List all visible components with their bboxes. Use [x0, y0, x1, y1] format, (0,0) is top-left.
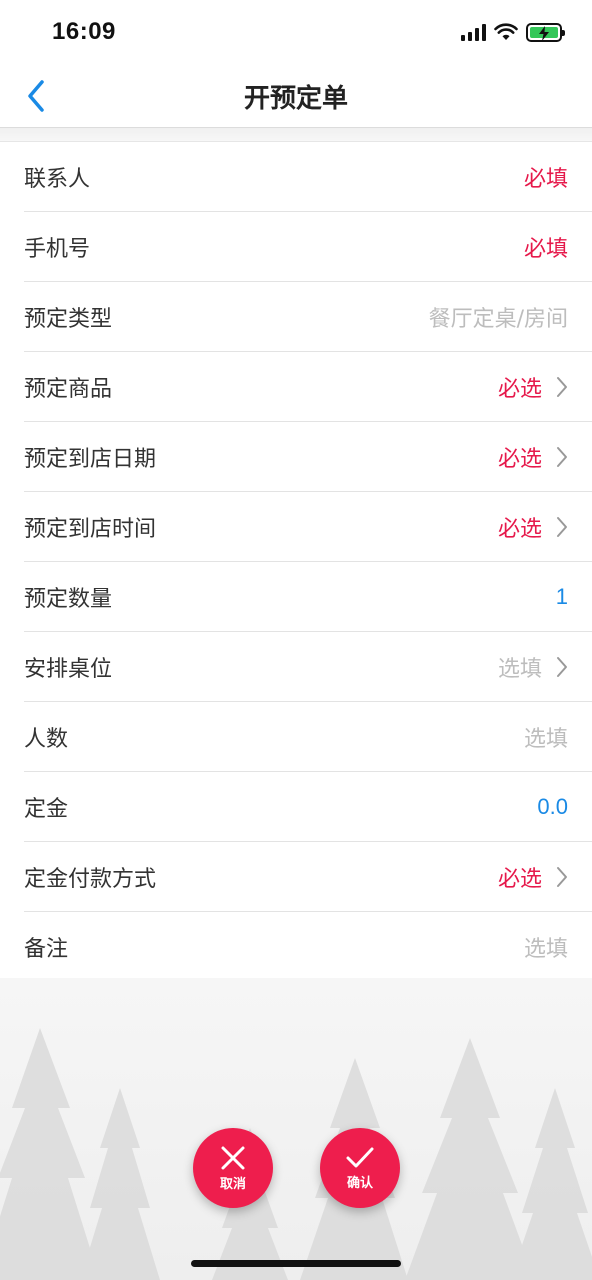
phone-input[interactable]: 必填 [524, 231, 568, 263]
nav-bar: 开预定单 [0, 64, 592, 128]
wifi-icon [494, 23, 518, 40]
form-row-phone[interactable]: 手机号 必填 [24, 212, 592, 282]
order-form: 联系人 必填 手机号 必填 预定类型 餐厅定桌/房间 预定商品 必选 预定到店日… [0, 142, 592, 982]
form-row-notes[interactable]: 备注 选填 [0, 912, 592, 982]
check-icon [346, 1147, 374, 1167]
row-label: 定金付款方式 [24, 866, 157, 892]
row-label: 手机号 [24, 236, 91, 262]
chevron-right-icon [556, 516, 568, 538]
row-label: 预定数量 [24, 586, 113, 612]
arrival-time-select[interactable]: 必选 [498, 511, 542, 543]
form-row-booking-type[interactable]: 预定类型 餐厅定桌/房间 [24, 282, 592, 352]
chevron-right-icon [556, 446, 568, 468]
row-label: 预定商品 [24, 376, 113, 402]
home-indicator[interactable] [191, 1260, 401, 1267]
row-label: 备注 [24, 936, 69, 962]
form-row-product[interactable]: 预定商品 必选 [24, 352, 592, 422]
signal-icon [461, 23, 486, 41]
confirm-label: 确认 [346, 1175, 373, 1191]
form-row-contact[interactable]: 联系人 必填 [24, 142, 592, 212]
background-forest-image [0, 978, 592, 1280]
close-icon [221, 1146, 245, 1169]
row-label: 联系人 [24, 166, 91, 192]
table-select[interactable]: 选填 [498, 651, 542, 683]
notes-input[interactable]: 选填 [524, 931, 568, 963]
form-row-guests[interactable]: 人数 选填 [24, 702, 592, 772]
deposit-payment-select[interactable]: 必选 [498, 861, 542, 893]
row-label: 预定到店日期 [24, 446, 157, 472]
chevron-right-icon [556, 866, 568, 888]
form-row-arrival-date[interactable]: 预定到店日期 必选 [24, 422, 592, 492]
booking-type-value[interactable]: 餐厅定桌/房间 [429, 301, 568, 333]
chevron-right-icon [556, 376, 568, 398]
contact-input[interactable]: 必填 [524, 161, 568, 193]
form-row-deposit-payment[interactable]: 定金付款方式 必选 [24, 842, 592, 912]
row-label: 安排桌位 [24, 656, 113, 682]
product-select[interactable]: 必选 [498, 371, 542, 403]
nav-divider [0, 128, 592, 142]
quantity-input[interactable]: 1 [556, 584, 568, 610]
cancel-label: 取消 [219, 1176, 246, 1192]
form-row-deposit[interactable]: 定金 0.0 [24, 772, 592, 842]
battery-charging-icon [526, 22, 565, 42]
form-row-arrival-time[interactable]: 预定到店时间 必选 [24, 492, 592, 562]
cancel-button[interactable]: 取消 [193, 1128, 273, 1208]
status-icons [461, 20, 565, 44]
form-row-quantity[interactable]: 预定数量 1 [24, 562, 592, 632]
deposit-input[interactable]: 0.0 [537, 794, 568, 820]
row-label: 预定到店时间 [24, 516, 157, 542]
status-bar: 16:09 [0, 0, 592, 64]
confirm-button[interactable]: 确认 [320, 1128, 400, 1208]
arrival-date-select[interactable]: 必选 [498, 441, 542, 473]
page-title: 开预定单 [243, 84, 348, 114]
row-label: 人数 [24, 726, 69, 752]
guests-input[interactable]: 选填 [524, 721, 568, 753]
row-label: 定金 [24, 796, 69, 822]
chevron-right-icon [556, 656, 568, 678]
status-time: 16:09 [52, 18, 116, 45]
form-row-table[interactable]: 安排桌位 选填 [24, 632, 592, 702]
row-label: 预定类型 [24, 306, 113, 332]
